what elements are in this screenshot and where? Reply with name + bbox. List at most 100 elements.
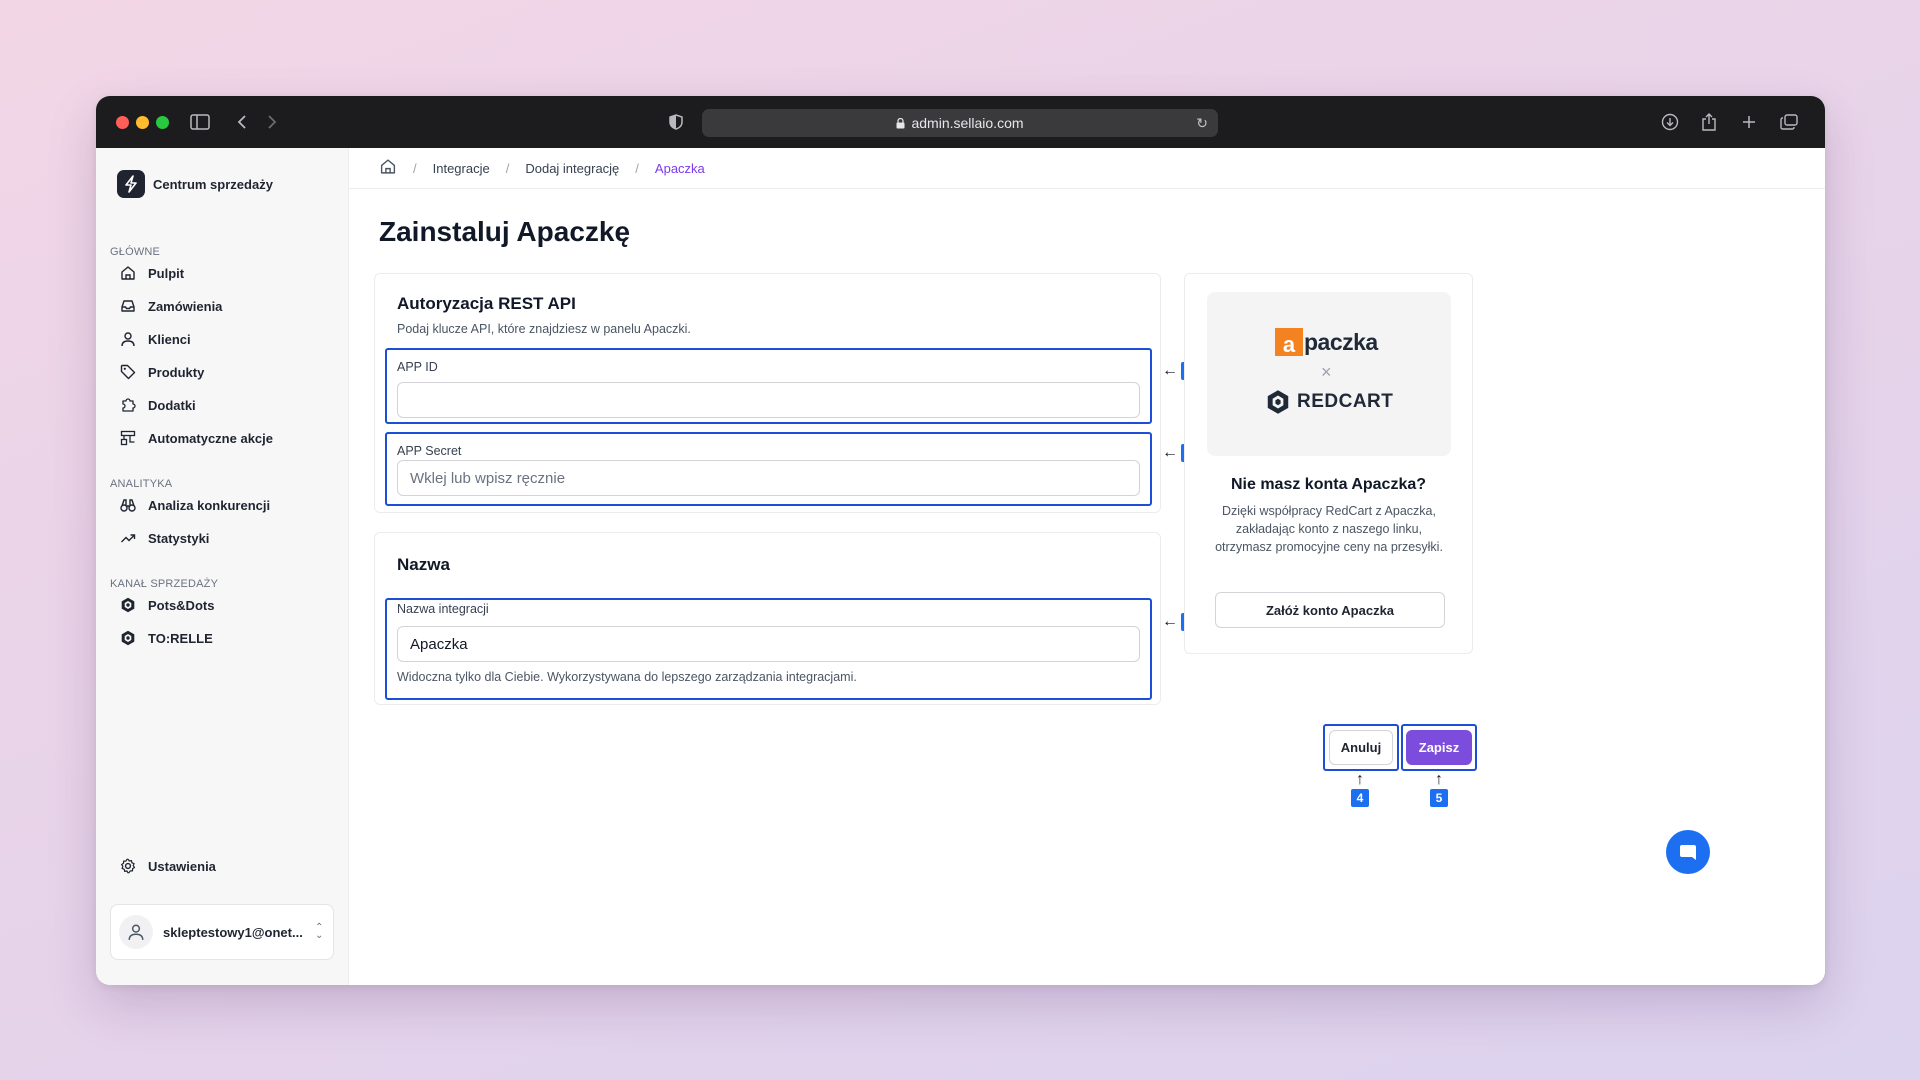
auth-card: Autoryzacja REST API Podaj klucze API, k… <box>374 273 1161 513</box>
nav-section-main: GŁÓWNE <box>110 246 161 258</box>
breadcrumb-integrations[interactable]: Integracje <box>433 161 490 176</box>
sidebar-item-label: Automatyczne akcje <box>148 430 273 446</box>
sidebar-item-addons[interactable]: Dodatki <box>120 394 196 416</box>
trending-up-icon <box>120 530 136 546</box>
redcart-hex-icon <box>120 630 136 646</box>
home-icon[interactable] <box>379 158 397 178</box>
breadcrumb-add-integration[interactable]: Dodaj integrację <box>525 161 619 176</box>
integration-name-input[interactable] <box>397 626 1140 662</box>
back-arrow-icon[interactable] <box>230 110 254 134</box>
sidebar-item-label: Analiza konkurencji <box>148 497 271 513</box>
user-email: skleptestowy1@onet... <box>163 924 303 940</box>
sidebar-item-products[interactable]: Produkty <box>120 361 204 383</box>
logo-separator: × <box>1321 362 1332 382</box>
app-id-label: APP ID <box>397 360 438 374</box>
brand[interactable]: Centrum sprzedaży <box>117 170 273 198</box>
sidebar-item-dashboard[interactable]: Pulpit <box>120 262 184 284</box>
chevron-up-down-icon: ⌃ ⌄ <box>315 922 324 941</box>
sidebar-item-orders[interactable]: Zamówienia <box>120 295 222 317</box>
user-icon <box>120 331 136 347</box>
sidebar-item-competition[interactable]: Analiza konkurencji <box>120 494 270 516</box>
minimize-window-button[interactable] <box>136 116 149 129</box>
arrow-up-icon: ↑ <box>1435 771 1443 788</box>
auth-card-description: Podaj klucze API, które znajdziesz w pan… <box>397 322 691 336</box>
reload-icon[interactable]: ↻ <box>1196 115 1208 132</box>
redcart-hex-icon <box>1267 390 1289 414</box>
sidebar-toggle-icon[interactable] <box>188 110 212 134</box>
marker-badge: 4 <box>1351 789 1369 807</box>
integration-name-label: Nazwa integracji <box>397 602 489 616</box>
browser-titlebar: admin.sellaio.com ↻ <box>96 96 1825 148</box>
sidebar-item-label: Klienci <box>148 331 191 347</box>
sidebar-item-shop-pots-dots[interactable]: Pots&Dots <box>120 594 214 616</box>
marker-badge: 5 <box>1430 789 1448 807</box>
gear-icon <box>120 858 136 874</box>
app-secret-label: APP Secret <box>397 444 462 458</box>
forward-arrow-icon[interactable] <box>260 110 284 134</box>
integration-name-help: Widoczna tylko dla Ciebie. Wykorzystywan… <box>397 670 857 684</box>
url-bar[interactable]: admin.sellaio.com ↻ <box>702 109 1218 137</box>
shield-icon[interactable] <box>664 110 688 134</box>
sidebar-item-customers[interactable]: Klienci <box>120 328 191 350</box>
inbox-icon <box>120 298 136 314</box>
cancel-button[interactable]: Anuluj <box>1329 730 1393 765</box>
sidebar-item-label: Pulpit <box>148 265 185 281</box>
name-card: Nazwa Nazwa integracji Widoczna tylko dl… <box>374 532 1161 705</box>
home-icon <box>120 265 136 281</box>
sidebar-item-automations[interactable]: Automatyczne akcje <box>120 427 273 449</box>
sidebar-item-stats[interactable]: Statystyki <box>120 527 209 549</box>
app-secret-field-group: APP Secret <box>385 432 1152 506</box>
share-icon[interactable] <box>1697 110 1721 134</box>
lock-icon <box>896 117 905 128</box>
app-id-input[interactable] <box>397 382 1140 418</box>
tag-icon <box>120 364 136 380</box>
redcart-logo: REDCART <box>1265 388 1393 416</box>
binoculars-icon <box>120 497 136 513</box>
chat-bubble-icon <box>1680 845 1696 860</box>
breadcrumb-current: Apaczka <box>654 160 705 176</box>
name-card-title: Nazwa <box>397 555 450 574</box>
sidebar-item-label: Zamówienia <box>148 298 223 314</box>
arrow-left-icon: ← <box>1162 444 1178 461</box>
brand-logo-icon <box>117 170 145 198</box>
nav-section-analytics: ANALITYKA <box>110 478 173 490</box>
sidebar-item-label: TO:RELLE <box>148 630 213 646</box>
arrow-left-icon: ← <box>1162 362 1178 379</box>
arrow-left-icon: ← <box>1162 613 1178 630</box>
marker-4: ↑ 4 <box>1351 772 1369 807</box>
breadcrumb-separator: / <box>505 160 510 176</box>
avatar <box>119 915 153 949</box>
workflow-icon <box>120 430 136 446</box>
app-id-field-group: APP ID <box>385 348 1152 424</box>
nav-section-channel: KANAŁ SPRZEDAŻY <box>110 578 219 590</box>
create-apaczka-account-button[interactable]: Załóż konto Apaczka <box>1215 592 1445 628</box>
zoom-window-button[interactable] <box>156 116 169 129</box>
promo-title: Nie masz konta Apaczka? <box>1230 476 1427 493</box>
main-content: / Integracje / Dodaj integrację / Apaczk… <box>349 148 1825 985</box>
sidebar-item-shop-torelle[interactable]: TO:RELLE <box>120 627 213 649</box>
chat-button[interactable] <box>1666 830 1710 874</box>
app-secret-input[interactable] <box>397 460 1140 496</box>
new-tab-icon[interactable] <box>1737 110 1761 134</box>
url-text: admin.sellaio.com <box>911 115 1024 131</box>
redcart-hex-icon <box>120 597 136 613</box>
tabs-overview-icon[interactable] <box>1777 110 1801 134</box>
page-title: Zainstaluj Apaczkę <box>379 216 631 247</box>
close-window-button[interactable] <box>116 116 129 129</box>
partner-logos: a paczka × REDCART <box>1207 292 1451 456</box>
save-button[interactable]: Zapisz <box>1406 730 1472 765</box>
promo-body: Dzięki współpracy RedCart z Apaczka, zak… <box>1215 504 1443 554</box>
integration-name-field-group: Nazwa integracji Widoczna tylko dla Cieb… <box>385 598 1152 700</box>
arrow-up-icon: ↑ <box>1356 771 1364 788</box>
sidebar: Centrum sprzedaży GŁÓWNE Pulpit Zamówien… <box>96 148 349 985</box>
puzzle-icon <box>120 397 136 413</box>
apaczka-logo: a paczka <box>1275 328 1378 356</box>
account-switcher[interactable]: skleptestowy1@onet... ⌃ ⌄ <box>110 904 334 960</box>
breadcrumb-separator: / <box>413 160 417 176</box>
sidebar-item-settings[interactable]: Ustawienia <box>120 855 216 877</box>
download-icon[interactable] <box>1658 110 1682 134</box>
browser-window: admin.sellaio.com ↻ Centrum sprzedaży GŁ… <box>96 96 1825 985</box>
breadcrumb-separator: / <box>635 160 639 176</box>
sidebar-item-label: Pots&Dots <box>148 597 215 613</box>
marker-5: ↑ 5 <box>1430 772 1448 807</box>
